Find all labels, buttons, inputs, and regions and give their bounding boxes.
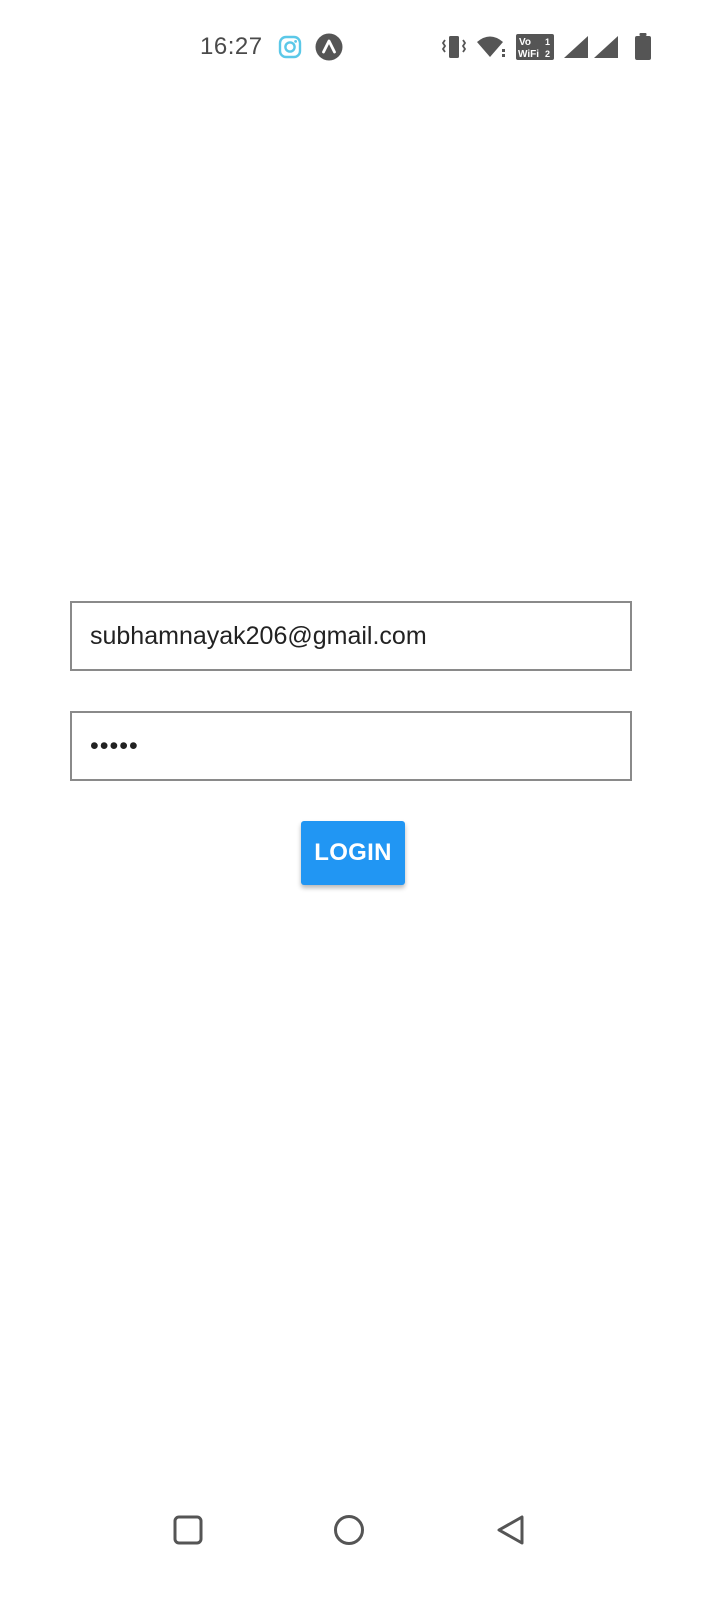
login-button[interactable]: LOGIN: [301, 821, 405, 885]
back-icon: [497, 1515, 524, 1545]
home-icon: [334, 1515, 364, 1545]
vowifi-line2: WiFi: [518, 49, 539, 60]
login-screen: 16:27 Vo 1 WiFi 2 subhamnayak206@gmail.c…: [0, 0, 720, 1600]
password-field[interactable]: [70, 711, 632, 781]
battery-icon: [635, 33, 651, 60]
recent-apps-icon: [173, 1515, 203, 1545]
recent-apps-button[interactable]: [158, 1500, 218, 1560]
vowifi-sim1: 1: [545, 37, 550, 47]
vibrate-icon: [441, 36, 467, 58]
email-input[interactable]: [72, 603, 630, 669]
navigation-bar: [0, 1490, 720, 1570]
password-input[interactable]: [72, 713, 630, 779]
home-button[interactable]: [319, 1500, 379, 1560]
vowifi-sim2: 2: [545, 49, 550, 59]
vowifi-icon: Vo 1 WiFi 2: [516, 34, 554, 60]
signal-1-icon: [564, 36, 588, 58]
back-button[interactable]: [481, 1500, 541, 1560]
email-field[interactable]: [70, 601, 632, 671]
vowifi-line1: Vo: [519, 37, 531, 48]
instagram-icon: [278, 35, 302, 59]
status-time: 16:27: [200, 33, 263, 60]
wifi-icon: [477, 36, 505, 57]
status-bar: 16:27 Vo 1 WiFi 2: [0, 0, 720, 96]
app-a-icon: [315, 33, 343, 61]
signal-2-icon: [594, 36, 618, 58]
